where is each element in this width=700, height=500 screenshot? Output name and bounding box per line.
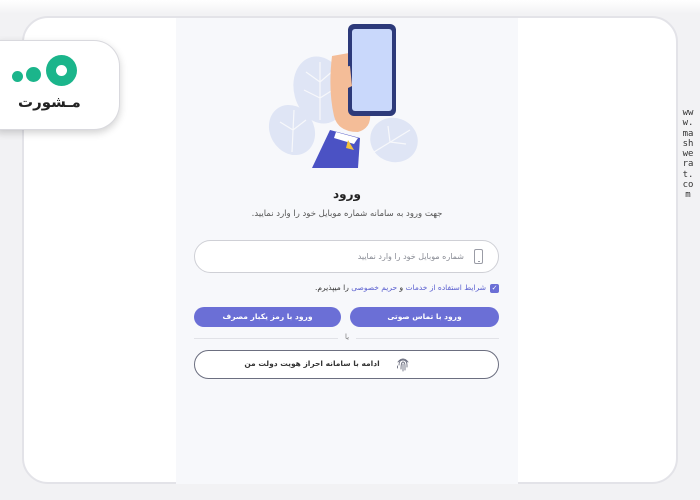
brand-logo: مـشورت [0, 40, 120, 130]
phone-number-input[interactable] [194, 240, 499, 273]
divider-line-left [194, 338, 338, 339]
divider-or: یا [344, 333, 350, 341]
logo-dot-small [12, 71, 23, 82]
login-title: ورود [333, 187, 361, 201]
voice-call-login-button[interactable]: ورود با تماس صوتی [350, 307, 499, 327]
terms-of-service-link[interactable]: شرایط استفاده از خدمات [406, 283, 487, 292]
terms-and-word: و [399, 283, 404, 292]
watermark-url: www.mashwerat.com [682, 108, 694, 201]
mobile-phone-icon [474, 249, 483, 264]
divider-line-right [356, 338, 499, 339]
privacy-policy-link[interactable]: حریم خصوصی [351, 283, 397, 292]
terms-checkbox[interactable]: ✓ [490, 284, 499, 293]
login-subtitle: جهت ورود به سامانه شماره موبایل خود را و… [251, 209, 443, 219]
top-backdrop [0, 0, 700, 14]
dolat-man-label: ادامه با سامانه احراز هویت دولت من [244, 359, 380, 368]
logo-dot-medium [26, 67, 41, 82]
logo-wordmark: مـشورت [18, 93, 81, 111]
logo-dot-inner [56, 65, 67, 76]
otp-login-button[interactable]: ورود با رمز یکبار مصرف [194, 307, 341, 327]
hand-phone-illustration [268, 24, 418, 168]
terms-suffix: را میپذیرم. [315, 283, 349, 292]
terms-text: شرایط استفاده از خدمات و حریم خصوصی را م… [250, 283, 486, 292]
fingerprint-icon [397, 358, 409, 372]
